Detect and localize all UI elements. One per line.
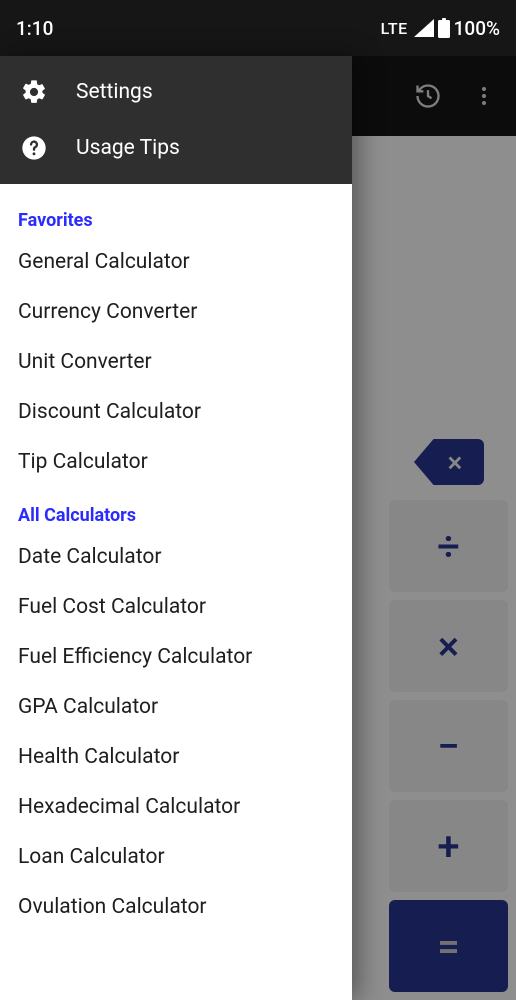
battery-label: 100% [454,17,500,40]
status-right: LTE 100% [381,17,500,40]
status-time: 1:10 [16,17,53,40]
drawer-item-fuel-efficiency-calculator[interactable]: Fuel Efficiency Calculator [0,632,352,682]
drawer-body[interactable]: Favorites General Calculator Currency Co… [0,184,352,1000]
drawer-item-hexadecimal-calculator[interactable]: Hexadecimal Calculator [0,782,352,832]
question-icon [20,134,48,162]
settings-item[interactable]: Settings [0,64,352,120]
network-label: LTE [381,19,408,38]
navigation-drawer: Settings Usage Tips Favorites General Ca… [0,56,352,1000]
battery-icon [438,18,450,38]
section-all-calculators-header: All Calculators [0,499,352,532]
drawer-item-ovulation-calculator[interactable]: Ovulation Calculator [0,882,352,932]
usage-tips-item[interactable]: Usage Tips [0,120,352,176]
drawer-header: Settings Usage Tips [0,56,352,184]
drawer-item-unit-converter[interactable]: Unit Converter [0,337,352,387]
usage-tips-label: Usage Tips [76,136,180,160]
drawer-item-fuel-cost-calculator[interactable]: Fuel Cost Calculator [0,582,352,632]
drawer-item-general-calculator[interactable]: General Calculator [0,237,352,287]
drawer-item-loan-calculator[interactable]: Loan Calculator [0,832,352,882]
section-favorites-header: Favorites [0,204,352,237]
drawer-item-health-calculator[interactable]: Health Calculator [0,732,352,782]
drawer-item-tip-calculator[interactable]: Tip Calculator [0,437,352,487]
drawer-item-currency-converter[interactable]: Currency Converter [0,287,352,337]
signal-icon [414,19,434,37]
drawer-item-gpa-calculator[interactable]: GPA Calculator [0,682,352,732]
gear-icon [20,78,48,106]
drawer-item-date-calculator[interactable]: Date Calculator [0,532,352,582]
drawer-item-discount-calculator[interactable]: Discount Calculator [0,387,352,437]
settings-label: Settings [76,80,153,104]
status-bar: 1:10 LTE 100% [0,0,516,56]
